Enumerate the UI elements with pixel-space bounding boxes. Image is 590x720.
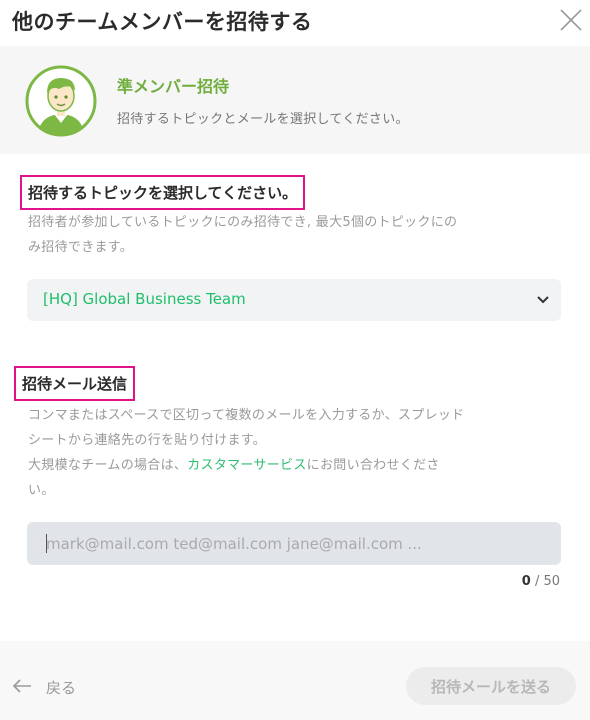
dialog-footer: 戻る 招待メールを送る bbox=[0, 641, 590, 720]
arrow-left-icon bbox=[12, 678, 32, 694]
topic-desc-line-1: 招待者が参加しているトピックにのみ招待でき, 最大5個のトピックにの bbox=[28, 215, 458, 230]
email-count: 0 bbox=[521, 574, 531, 589]
text-cursor bbox=[46, 534, 47, 553]
email-section-description: コンマまたはスペースで区切って複数のメールを入力するか、スプレッド シートから連… bbox=[28, 403, 464, 503]
close-icon[interactable] bbox=[558, 7, 584, 33]
banner-subtitle: 招待するトピックとメールを選択してください。 bbox=[117, 112, 409, 127]
dialog-header: 他のチームメンバーを招待する bbox=[0, 0, 590, 44]
customer-service-link[interactable]: カスタマーサービス bbox=[187, 458, 306, 473]
email-desc-text: 大規模なチームの場合は、 bbox=[28, 458, 188, 473]
info-banner: 準メンバー招待 招待するトピックとメールを選択してください。 bbox=[0, 46, 590, 154]
topic-section-description: 招待者が参加しているトピックにのみ招待でき, 最大5個のトピックにの み招待でき… bbox=[28, 210, 457, 260]
email-desc-text-after: にお問い合わせくださ bbox=[306, 458, 440, 473]
avatar bbox=[25, 65, 97, 137]
dialog-title: 他のチームメンバーを招待する bbox=[12, 10, 313, 34]
send-invite-button[interactable]: 招待メールを送る bbox=[406, 667, 576, 705]
topic-section-title: 招待するトピックを選択してください。 bbox=[20, 175, 306, 210]
email-desc-line-1: コンマまたはスペースで区切って複数のメールを入力するか、スプレッド bbox=[28, 408, 465, 423]
back-label: 戻る bbox=[46, 679, 77, 697]
email-input[interactable] bbox=[27, 522, 561, 565]
email-counter: 0 / 50 bbox=[480, 574, 560, 589]
topic-desc-line-2: み招待できます。 bbox=[28, 240, 134, 255]
banner-title: 準メンバー招待 bbox=[117, 77, 230, 96]
email-max: / 50 bbox=[534, 574, 560, 589]
topic-select-value: [HQ] Global Business Team bbox=[43, 290, 246, 308]
email-section-title: 招待メール送信 bbox=[14, 366, 136, 401]
email-desc-line-4: い。 bbox=[28, 483, 55, 498]
email-desc-line-3: 大規模なチームの場合は、カスタマーサービスにお問い合わせくださ bbox=[28, 453, 464, 478]
topic-select[interactable]: [HQ] Global Business Team bbox=[27, 279, 561, 321]
email-desc-line-2: シートから連絡先の行を貼り付けます。 bbox=[28, 433, 267, 448]
chevron-down-icon bbox=[536, 292, 550, 306]
